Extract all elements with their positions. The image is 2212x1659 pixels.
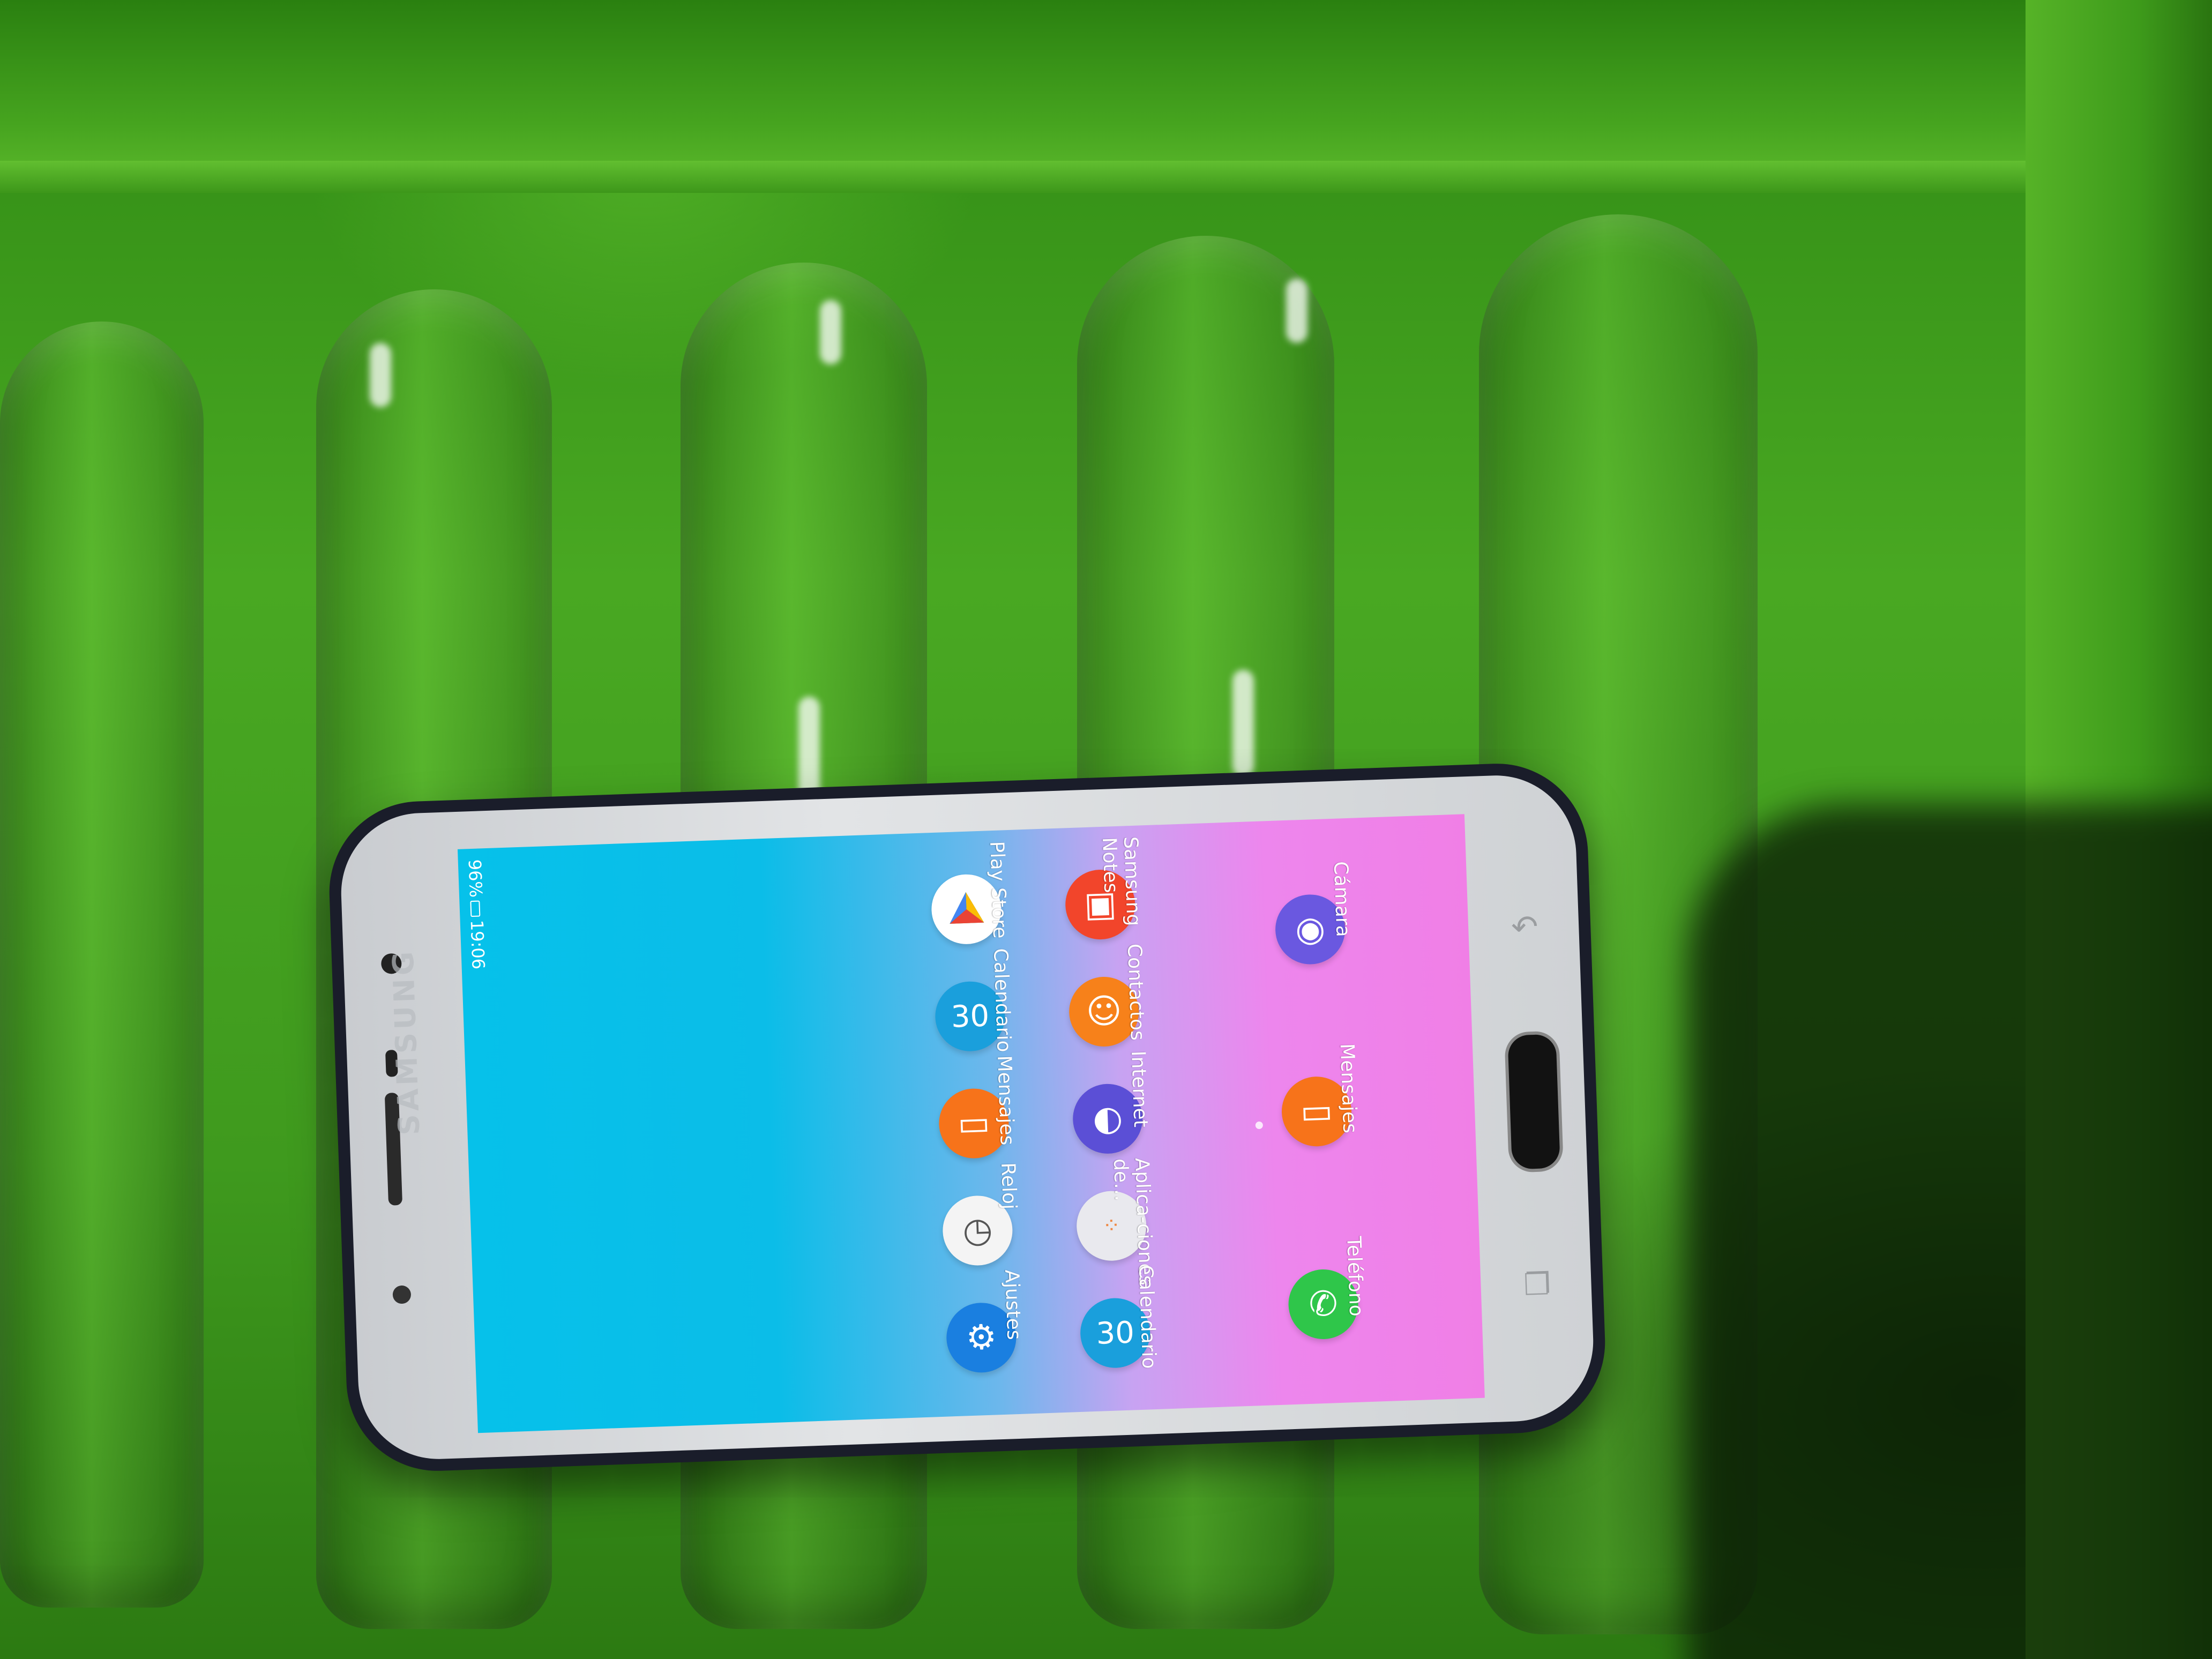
clock-time: 19:06 (466, 920, 489, 970)
light-reflection (1232, 670, 1254, 777)
scene-background: SAMSUNG ↶ ❐ 96%19:06 Play Store 30 Calen… (0, 0, 2212, 1659)
light-reflection (1286, 279, 1307, 343)
dock-camara[interactable]: ◉ Cámara (1273, 860, 1380, 1003)
tray-top-edge (0, 0, 2212, 177)
home-screen: 96%19:06 Play Store 30 Calendario ▭ Mens… (457, 814, 1485, 1433)
back-key-icon[interactable]: ↶ (1511, 908, 1539, 947)
status-bar: 96% 19:06 (464, 859, 492, 970)
tray-groove (0, 322, 204, 1608)
page-indicator[interactable] (1255, 1121, 1264, 1130)
tray-rim (0, 161, 2212, 193)
brand-logo: SAMSUNG (386, 947, 427, 1136)
recent-apps-key-icon[interactable]: ❐ (1523, 1267, 1551, 1303)
home-button[interactable] (1504, 1030, 1564, 1173)
dock-mensajes[interactable]: ▭ Mensajes (1280, 1042, 1386, 1185)
app-label: Mensajes (1335, 1043, 1361, 1134)
light-reflection (820, 300, 841, 364)
hand-shadow (1688, 804, 2212, 1659)
app-label: Ajustes (1000, 1269, 1025, 1341)
battery-icon (470, 900, 481, 917)
app-label: Cámara (1329, 861, 1354, 938)
phone-body: SAMSUNG ↶ ❐ 96%19:06 Play Store 30 Calen… (338, 773, 1596, 1462)
app-ajustes[interactable]: ⚙ Ajustes (944, 1268, 1051, 1411)
dock-telefono[interactable]: ✆ Teléfono (1286, 1235, 1393, 1378)
light-reflection (370, 343, 391, 407)
app-label: Teléfono (1342, 1236, 1367, 1317)
battery-percent: 96% (464, 859, 487, 898)
app-label: Calendario (1134, 1264, 1160, 1370)
phone: SAMSUNG ↶ ❐ 96%19:06 Play Store 30 Calen… (326, 760, 1609, 1474)
app-calendario-2[interactable]: 30 Calendario (1078, 1264, 1185, 1406)
light-sensor (392, 1285, 412, 1304)
